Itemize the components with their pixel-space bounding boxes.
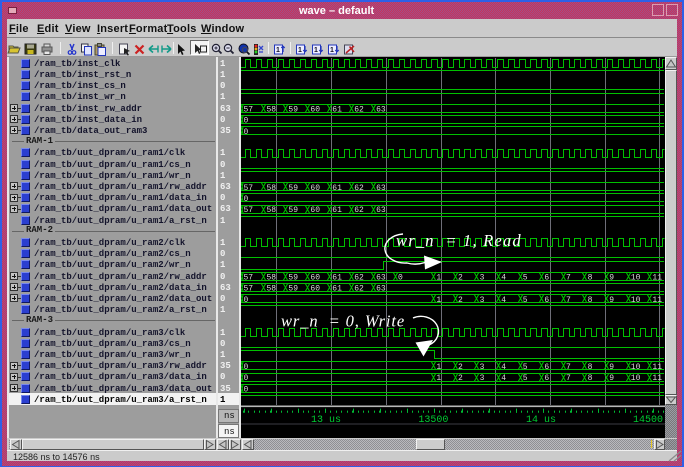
svg-text:3: 3 <box>480 296 485 305</box>
svg-text:11: 11 <box>652 273 662 282</box>
svg-text:58: 58 <box>267 285 277 294</box>
svg-text:wr_n = 0, Write: wr_n = 0, Write <box>281 312 405 331</box>
svg-text:63: 63 <box>376 285 386 294</box>
svg-text:0: 0 <box>244 195 249 204</box>
svg-text:58: 58 <box>267 273 277 282</box>
svg-text:63: 63 <box>376 105 386 114</box>
svg-text:6: 6 <box>544 374 549 383</box>
svg-text:61: 61 <box>332 105 342 114</box>
svg-text:7: 7 <box>566 273 571 282</box>
svg-text:6: 6 <box>544 363 549 372</box>
svg-text:57: 57 <box>244 184 254 193</box>
svg-text:6: 6 <box>544 296 549 305</box>
svg-text:0: 0 <box>244 128 249 137</box>
svg-text:10: 10 <box>631 374 641 383</box>
svg-text:59: 59 <box>288 105 298 114</box>
svg-text:5: 5 <box>523 273 528 282</box>
svg-text:1: 1 <box>436 363 441 372</box>
svg-text:0: 0 <box>244 374 249 383</box>
svg-text:4: 4 <box>501 363 506 372</box>
svg-text:59: 59 <box>288 285 298 294</box>
svg-text:58: 58 <box>267 184 277 193</box>
svg-text:62: 62 <box>354 285 364 294</box>
svg-text:2: 2 <box>458 374 463 383</box>
svg-text:10: 10 <box>631 273 641 282</box>
svg-text:9: 9 <box>609 296 614 305</box>
svg-text:60: 60 <box>310 273 320 282</box>
svg-text:57: 57 <box>244 105 254 114</box>
svg-text:9: 9 <box>609 374 614 383</box>
svg-text:7: 7 <box>566 374 571 383</box>
svg-text:2: 2 <box>458 363 463 372</box>
svg-text:1: 1 <box>436 296 441 305</box>
svg-text:58: 58 <box>267 206 277 215</box>
svg-text:59: 59 <box>288 273 298 282</box>
svg-text:63: 63 <box>376 206 386 215</box>
svg-text:8: 8 <box>588 363 593 372</box>
svg-text:8: 8 <box>588 273 593 282</box>
svg-text:62: 62 <box>354 105 364 114</box>
svg-text:62: 62 <box>354 184 364 193</box>
svg-text:1: 1 <box>436 273 441 282</box>
svg-text:61: 61 <box>332 273 342 282</box>
svg-text:7: 7 <box>566 363 571 372</box>
svg-text:10: 10 <box>631 296 641 305</box>
svg-text:3: 3 <box>480 273 485 282</box>
svg-text:57: 57 <box>244 273 254 282</box>
svg-text:60: 60 <box>310 184 320 193</box>
svg-text:2: 2 <box>458 296 463 305</box>
svg-text:62: 62 <box>354 273 364 282</box>
svg-text:59: 59 <box>288 206 298 215</box>
svg-text:59: 59 <box>288 184 298 193</box>
svg-text:1: 1 <box>298 47 302 54</box>
svg-text:0: 0 <box>244 117 249 126</box>
svg-text:60: 60 <box>310 285 320 294</box>
svg-text:2: 2 <box>458 273 463 282</box>
svg-text:60: 60 <box>310 105 320 114</box>
svg-text:0: 0 <box>244 296 249 305</box>
svg-text:4: 4 <box>501 296 506 305</box>
svg-text:57: 57 <box>244 285 254 294</box>
svg-text:63: 63 <box>376 184 386 193</box>
svg-text:1: 1 <box>314 47 318 54</box>
svg-text:63: 63 <box>376 273 386 282</box>
svg-text:8: 8 <box>588 374 593 383</box>
svg-text:62: 62 <box>354 206 364 215</box>
svg-text:57: 57 <box>244 206 254 215</box>
svg-text:5: 5 <box>523 296 528 305</box>
svg-text:9: 9 <box>609 273 614 282</box>
svg-text:wr_n = 1, Read: wr_n = 1, Read <box>396 231 522 250</box>
svg-text:61: 61 <box>332 285 342 294</box>
svg-text:5: 5 <box>523 374 528 383</box>
svg-text:4: 4 <box>501 374 506 383</box>
svg-text:60: 60 <box>310 206 320 215</box>
svg-text:1: 1 <box>436 374 441 383</box>
svg-text:11: 11 <box>652 363 662 372</box>
svg-text:58: 58 <box>267 105 277 114</box>
svg-text:11: 11 <box>652 296 662 305</box>
svg-text:7: 7 <box>566 296 571 305</box>
svg-text:61: 61 <box>332 206 342 215</box>
svg-text:6: 6 <box>544 273 549 282</box>
svg-text:1: 1 <box>276 47 280 54</box>
svg-text:1: 1 <box>330 47 334 54</box>
svg-text:11: 11 <box>652 374 662 383</box>
svg-text:8: 8 <box>588 296 593 305</box>
svg-text:0: 0 <box>244 385 249 394</box>
svg-text:3: 3 <box>480 363 485 372</box>
svg-text:0: 0 <box>398 273 403 282</box>
svg-text:0: 0 <box>244 363 249 372</box>
svg-text:9: 9 <box>609 363 614 372</box>
svg-text:5: 5 <box>523 363 528 372</box>
svg-text:3: 3 <box>480 374 485 383</box>
svg-text:4: 4 <box>501 273 506 282</box>
svg-text:10: 10 <box>631 363 641 372</box>
svg-text:61: 61 <box>332 184 342 193</box>
